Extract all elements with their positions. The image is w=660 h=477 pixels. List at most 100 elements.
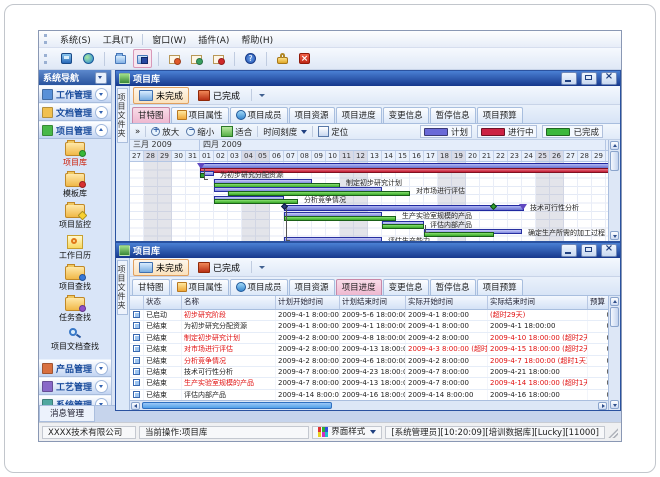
scroll-right-button[interactable] bbox=[598, 402, 607, 410]
folder-side-tab[interactable]: 项目文件夹 bbox=[117, 260, 128, 315]
sidebar-item-work-calendar[interactable]: 工作日历 bbox=[39, 235, 111, 261]
column-header-name[interactable]: 名称 bbox=[182, 296, 276, 309]
minimize-button[interactable] bbox=[561, 244, 577, 257]
filterbar-overflow-button[interactable] bbox=[257, 262, 267, 272]
table-tab-progress[interactable]: 项目进度 bbox=[336, 279, 382, 295]
finished-filter-button[interactable]: 已完成 bbox=[192, 87, 246, 104]
table-row[interactable]: 已结束为初步研究分配资源2009-4-1 8:00:002009-4-1 18:… bbox=[130, 321, 608, 332]
gantt-tab-budget[interactable]: 项目预算 bbox=[477, 107, 523, 123]
sidebar-item-project-doc-search[interactable]: 项目文档查找 bbox=[39, 328, 111, 352]
column-header-status[interactable]: 状态 bbox=[144, 296, 182, 309]
collapse-expand-button[interactable] bbox=[95, 124, 108, 137]
scroll-up-button[interactable] bbox=[610, 141, 619, 150]
exit-icon-button[interactable] bbox=[295, 49, 314, 68]
column-header-budget[interactable]: 预算 bbox=[588, 296, 608, 309]
maximize-button[interactable] bbox=[581, 72, 597, 85]
gantt-tab-pause[interactable]: 暂停信息 bbox=[430, 107, 476, 123]
gantt-vscrollbar[interactable] bbox=[608, 140, 620, 241]
column-header-actual_start[interactable]: 实际开始时间 bbox=[406, 296, 488, 309]
table-tab-budget[interactable]: 项目预算 bbox=[477, 279, 523, 295]
scroll-down-button[interactable] bbox=[610, 400, 619, 409]
resize-grip[interactable] bbox=[608, 426, 618, 438]
scroll-left-button[interactable] bbox=[131, 402, 140, 410]
table-tab-pause[interactable]: 暂停信息 bbox=[430, 279, 476, 295]
table-row[interactable]: 已结束制定初步研究计划2009-4-2 8:00:002009-4-8 18:0… bbox=[130, 333, 608, 344]
gantt-tab-gantt[interactable]: 甘特图 bbox=[132, 107, 170, 123]
column-header-icon[interactable] bbox=[130, 296, 144, 309]
help-icon-button[interactable] bbox=[241, 49, 260, 68]
scroll-thumb[interactable] bbox=[610, 151, 619, 171]
menu-item-system[interactable]: 系统(S) bbox=[54, 32, 97, 47]
scroll-thumb[interactable] bbox=[142, 402, 332, 409]
table-tab-gantt[interactable]: 甘特图 bbox=[132, 279, 170, 295]
sidebar-group-document[interactable]: 文档管理 bbox=[39, 103, 111, 121]
table-row[interactable]: 已结束生产实验室规模的产品2009-4-7 8:00:002009-4-13 1… bbox=[130, 378, 608, 389]
interface-style-button[interactable]: 界面样式 bbox=[312, 426, 382, 439]
lock-icon-button[interactable] bbox=[273, 49, 292, 68]
table-tab-members[interactable]: 项目成员 bbox=[230, 279, 288, 295]
zoom-out-button[interactable]: 缩小 bbox=[184, 126, 216, 138]
filterbar-overflow-button[interactable] bbox=[257, 90, 267, 100]
menu-item-window[interactable]: 窗口(W) bbox=[146, 32, 192, 47]
sidebar-group-craft[interactable]: 工艺管理 bbox=[39, 377, 111, 395]
unfinished-filter-button[interactable]: 未完成 bbox=[133, 259, 189, 276]
task-done-bar[interactable] bbox=[424, 232, 494, 237]
sidebar-item-project-search[interactable]: 项目查找 bbox=[39, 266, 111, 292]
table-tab-props[interactable]: 项目属性 bbox=[171, 279, 229, 295]
menu-item-tools[interactable]: 工具(T) bbox=[97, 32, 140, 47]
collapse-expand-button[interactable] bbox=[95, 88, 108, 101]
mail-open-icon-button[interactable] bbox=[187, 49, 206, 68]
time-scale-button[interactable]: 时间刻度 bbox=[261, 126, 309, 138]
collapse-expand-button[interactable] bbox=[95, 380, 108, 393]
task-done-bar[interactable] bbox=[284, 216, 396, 221]
minimize-button[interactable] bbox=[561, 72, 577, 85]
message-management-tab[interactable]: 消息管理 bbox=[39, 406, 95, 422]
collapse-expand-button[interactable] bbox=[95, 106, 108, 119]
locate-button[interactable]: 定位 bbox=[316, 126, 350, 138]
close-button[interactable] bbox=[601, 244, 617, 257]
table-hscrollbar[interactable] bbox=[130, 400, 608, 410]
collapse-expand-button[interactable] bbox=[95, 362, 108, 375]
gantt-tab-changes[interactable]: 变更信息 bbox=[383, 107, 429, 123]
globe-icon-button[interactable] bbox=[79, 49, 98, 68]
table-row[interactable]: 已结束评估内部产品2009-4-14 8:00:002009-4-16 18:0… bbox=[130, 390, 608, 400]
table-vscrollbar[interactable] bbox=[608, 296, 620, 410]
zoom-in-button[interactable]: 放大 bbox=[149, 126, 181, 138]
close-button[interactable] bbox=[601, 72, 617, 85]
column-header-actual_end[interactable]: 实际结束时间 bbox=[488, 296, 588, 309]
scroll-up-button[interactable] bbox=[610, 297, 619, 306]
sidebar-group-product[interactable]: 产品管理 bbox=[39, 359, 111, 377]
sidebar-group-work[interactable]: 工作管理 bbox=[39, 85, 111, 103]
fit-button[interactable]: 适合 bbox=[219, 126, 254, 138]
gantt-tab-props[interactable]: 项目属性 bbox=[171, 107, 229, 123]
scroll-thumb[interactable] bbox=[610, 307, 619, 327]
folder-side-tab[interactable]: 项目文件夹 bbox=[117, 88, 128, 143]
save-folder-icon-button[interactable] bbox=[133, 49, 152, 68]
menu-item-plugins[interactable]: 插件(A) bbox=[192, 32, 235, 47]
table-row[interactable]: 已结束对市场进行评估2009-4-2 8:00:002009-4-13 18:0… bbox=[130, 344, 608, 355]
gantt-tab-resources[interactable]: 项目资源 bbox=[289, 107, 335, 123]
finished-filter-button[interactable]: 已完成 bbox=[192, 259, 246, 276]
sidebar-group-system[interactable]: 系统管理 bbox=[39, 395, 111, 405]
gantt-tab-progress[interactable]: 项目进度 bbox=[336, 107, 382, 123]
folder-icon-button[interactable] bbox=[111, 49, 130, 68]
table-row[interactable]: 已结束技术可行性分析2009-4-7 8:00:002009-4-23 18:0… bbox=[130, 367, 608, 378]
mail-del-icon-button[interactable] bbox=[209, 49, 228, 68]
gantt-more-button[interactable]: » bbox=[133, 127, 142, 137]
maximize-button[interactable] bbox=[581, 244, 597, 257]
summary-task-bar[interactable] bbox=[284, 205, 524, 211]
menu-item-help[interactable]: 帮助(H) bbox=[235, 32, 279, 47]
sidebar-item-project-monitor[interactable]: 项目监控 bbox=[39, 204, 111, 230]
collapse-expand-button[interactable] bbox=[95, 398, 108, 406]
gantt-tab-members[interactable]: 项目成员 bbox=[230, 107, 288, 123]
sidebar-item-task-search[interactable]: 任务查找 bbox=[39, 297, 111, 323]
remote-desktop-icon-button[interactable] bbox=[57, 49, 76, 68]
unfinished-filter-button[interactable]: 未完成 bbox=[133, 87, 189, 104]
sidebar-item-project-library[interactable]: 项目库 bbox=[39, 142, 111, 168]
mail-new-icon-button[interactable] bbox=[165, 49, 184, 68]
table-tab-resources[interactable]: 项目资源 bbox=[289, 279, 335, 295]
sidebar-menu-button[interactable] bbox=[95, 72, 107, 84]
task-done-bar[interactable] bbox=[382, 224, 424, 229]
table-row[interactable]: 已启动初步研究阶段2009-4-1 8:00:002009-5-6 18:00:… bbox=[130, 310, 608, 321]
sidebar-group-project[interactable]: 项目管理 bbox=[39, 121, 111, 139]
